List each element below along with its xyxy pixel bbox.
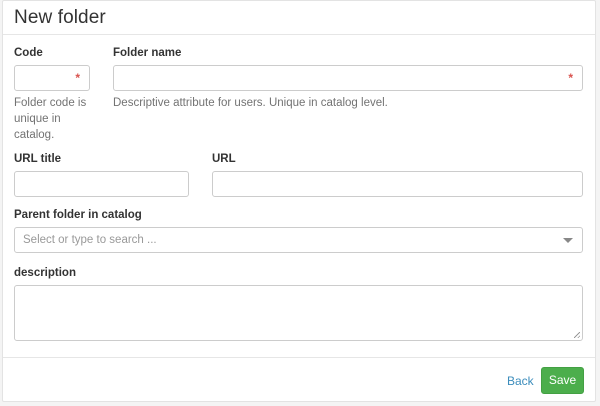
page-title: New folder	[14, 7, 106, 28]
url-title-input[interactable]	[14, 171, 189, 197]
code-help-line: catalog.	[14, 129, 55, 141]
code-help-line: unique in	[14, 113, 61, 125]
back-link[interactable]: Back	[507, 374, 534, 388]
code-help: Folder code is unique in catalog.	[14, 95, 94, 143]
code-input[interactable]: *	[14, 65, 90, 91]
caret-down-icon[interactable]	[563, 238, 573, 243]
folder-name-input[interactable]: *	[113, 65, 583, 91]
description-label: description	[14, 267, 76, 279]
save-button[interactable]: Save	[541, 367, 584, 394]
parent-folder-label: Parent folder in catalog	[14, 209, 142, 221]
url-input[interactable]	[212, 171, 583, 197]
code-label: Code	[14, 47, 43, 59]
url-title-label: URL title	[14, 153, 62, 165]
panel-header: New folder	[3, 1, 595, 35]
required-mark: *	[75, 71, 80, 85]
description-textarea[interactable]	[14, 285, 583, 341]
required-mark: *	[568, 71, 573, 85]
new-folder-panel: New folder Code * Folder code is unique …	[2, 0, 596, 402]
parent-folder-placeholder: Select or type to search ...	[23, 234, 157, 246]
url-label: URL	[212, 153, 236, 165]
resize-grip-icon[interactable]	[574, 332, 580, 338]
panel-footer: Back Save	[3, 357, 595, 403]
parent-folder-select[interactable]: Select or type to search ...	[14, 227, 583, 253]
folder-name-label: Folder name	[113, 47, 182, 59]
folder-name-help: Descriptive attribute for users. Unique …	[113, 97, 388, 109]
code-help-line: Folder code is	[14, 97, 87, 109]
